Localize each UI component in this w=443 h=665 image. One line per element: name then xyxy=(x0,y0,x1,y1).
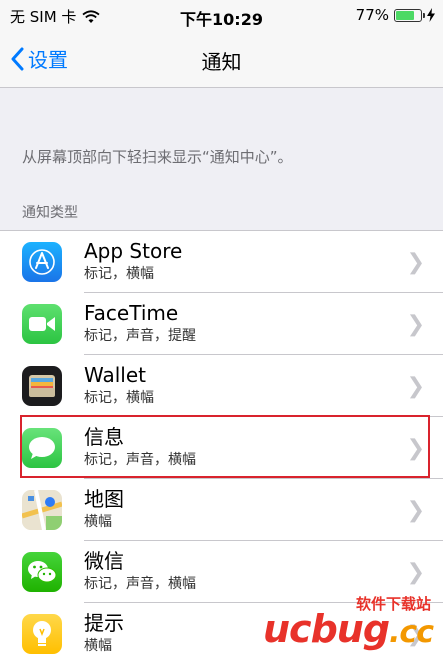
app-name: 提示 xyxy=(84,611,124,635)
facetime-icon xyxy=(22,304,62,344)
app-subtitle: 标记，声音，横幅 xyxy=(84,452,196,468)
watermark: 软件下载站 ucbug.cc xyxy=(245,593,435,653)
section-header: 通知类型 xyxy=(22,205,78,221)
charging-icon xyxy=(427,8,435,22)
watermark-brand-suffix: .cc xyxy=(389,615,434,650)
app-name: 微信 xyxy=(84,549,124,573)
chevron-right-icon: ❯ xyxy=(406,498,425,523)
list-item-wallet[interactable]: Wallet 标记，横幅 ❯ xyxy=(0,355,443,417)
wallet-icon xyxy=(22,366,62,406)
app-text: 信息 标记，声音，横幅 xyxy=(84,425,196,470)
app-store-icon xyxy=(22,242,62,282)
list-item-app-store[interactable]: App Store 标记，横幅 ❯ xyxy=(0,231,443,293)
app-text: 微信 标记，声音，横幅 xyxy=(84,549,196,594)
app-subtitle: 标记，横幅 xyxy=(84,266,154,282)
app-text: App Store 标记，横幅 xyxy=(84,239,182,284)
app-name: FaceTime xyxy=(84,301,179,325)
app-subtitle: 标记，横幅 xyxy=(84,390,154,406)
app-name: 信息 xyxy=(84,425,124,449)
list-item-messages[interactable]: 信息 标记，声音，横幅 ❯ xyxy=(0,417,443,479)
app-text: Wallet 标记，横幅 xyxy=(84,363,154,408)
watermark-brand: ucbug.cc xyxy=(262,607,434,651)
app-text: FaceTime 标记，声音，提醒 xyxy=(84,301,196,346)
chevron-right-icon: ❯ xyxy=(406,312,425,337)
maps-icon xyxy=(22,490,62,530)
list-item-maps[interactable]: 地图 横幅 ❯ xyxy=(0,479,443,541)
battery-percent: 77% xyxy=(355,6,389,24)
app-name: Wallet xyxy=(84,363,147,387)
battery-icon xyxy=(394,8,425,22)
app-subtitle: 标记，声音，横幅 xyxy=(84,576,196,592)
chevron-right-icon: ❯ xyxy=(406,560,425,585)
tips-icon xyxy=(22,614,62,654)
battery-fill xyxy=(396,10,415,20)
navigation-bar: 设置 通知 xyxy=(0,32,443,88)
chevron-right-icon: ❯ xyxy=(406,374,425,399)
wechat-icon xyxy=(22,552,62,592)
app-name: 地图 xyxy=(84,487,124,511)
chevron-right-icon: ❯ xyxy=(406,436,425,461)
app-subtitle: 标记，声音，提醒 xyxy=(84,328,196,344)
watermark-brand-name: ucbug xyxy=(262,607,390,651)
status-right: 77% xyxy=(356,6,435,24)
messages-icon xyxy=(22,428,62,468)
app-subtitle: 横幅 xyxy=(84,638,112,654)
app-name: App Store xyxy=(84,239,183,263)
list-item-facetime[interactable]: FaceTime 标记，声音，提醒 ❯ xyxy=(0,293,443,355)
app-text: 提示 横幅 xyxy=(84,611,124,656)
app-text: 地图 横幅 xyxy=(84,487,124,532)
status-bar: 无 SIM 卡 下午10:29 77% xyxy=(0,0,443,32)
app-subtitle: 横幅 xyxy=(84,514,112,530)
chevron-right-icon: ❯ xyxy=(406,250,425,275)
description-text: 从屏幕顶部向下轻扫来显示“通知中心”。 xyxy=(22,148,293,166)
page-title: 通知 xyxy=(201,50,242,74)
